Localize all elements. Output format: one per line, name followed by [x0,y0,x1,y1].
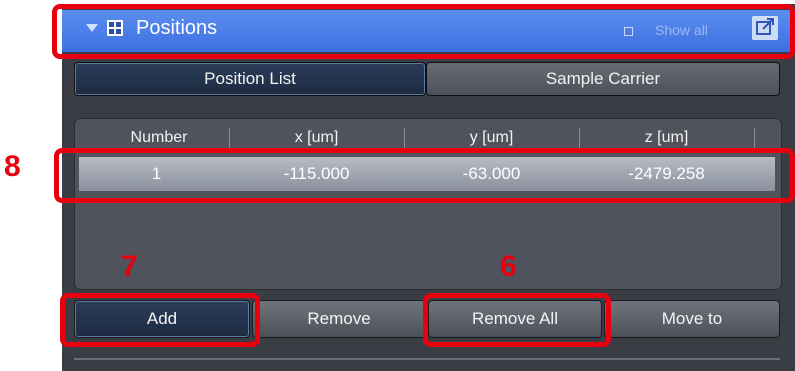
view-tabs: Position List Sample Carrier [74,62,780,96]
highlight-row [54,148,795,203]
column-separator [754,128,755,148]
highlight-header [52,4,795,59]
annotation-number-6: 6 [500,250,517,283]
panel-divider [74,358,780,360]
remove-button[interactable]: Remove [252,300,426,338]
annotation-number-8: 8 [4,150,21,183]
highlight-remove-all [423,293,611,347]
tab-position-list[interactable]: Position List [74,62,426,96]
highlight-add [60,293,260,347]
tab-sample-carrier[interactable]: Sample Carrier [426,62,780,96]
annotation-number-7: 7 [121,250,138,283]
move-to-button[interactable]: Move to [604,300,780,338]
